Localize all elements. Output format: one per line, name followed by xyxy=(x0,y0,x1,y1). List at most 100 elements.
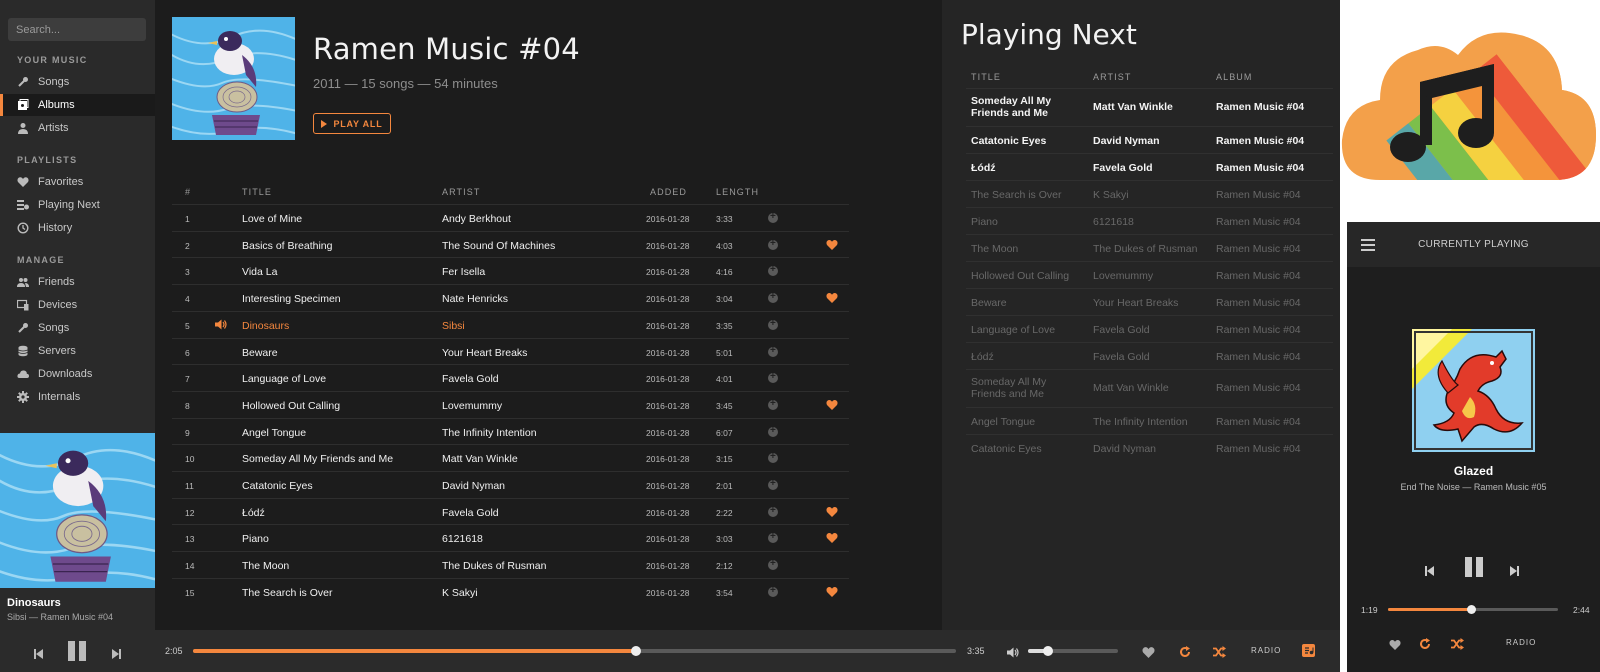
track-artist[interactable]: 6121618 xyxy=(442,533,483,545)
track-title[interactable]: Interesting Specimen xyxy=(242,293,341,305)
table-row[interactable]: 9 Angel Tongue The Infinity Intention 2016-… xyxy=(172,417,849,445)
col-header-num[interactable]: # xyxy=(185,187,191,197)
table-row[interactable]: 11 Catatonic Eyes David Nyman 2016-01-28 2:0… xyxy=(172,471,849,498)
table-row[interactable]: 7 Language of Love Favela Gold 2016-01-28 4:… xyxy=(172,364,849,391)
volume-icon[interactable] xyxy=(1007,645,1019,663)
add-to-queue-icon[interactable] xyxy=(768,371,778,384)
track-title[interactable]: Basics of Breathing xyxy=(242,240,332,252)
add-to-queue-icon[interactable] xyxy=(768,264,778,277)
sidebar-item-artists[interactable]: Artists xyxy=(0,117,155,139)
sidebar-item-servers[interactable]: Servers xyxy=(0,340,155,362)
queue-row[interactable]: Catatonic Eyes David Nyman Ramen Music #04 xyxy=(966,434,1333,461)
track-artist[interactable]: Lovemummy xyxy=(442,400,502,412)
table-row[interactable]: 2 Basics of Breathing The Sound Of Machine… xyxy=(172,230,849,258)
shuffle-icon[interactable] xyxy=(1451,637,1464,655)
add-to-queue-icon[interactable] xyxy=(768,211,778,223)
heart-icon[interactable] xyxy=(826,239,838,253)
table-row[interactable]: 12 Łódź Favela Gold 2016-01-28 2:22 xyxy=(172,497,849,525)
queue-row[interactable]: Łódź Favela Gold Ramen Music #04 xyxy=(966,153,1333,180)
add-to-queue-icon[interactable] xyxy=(768,318,778,330)
col-header-added[interactable]: ADDED xyxy=(650,187,687,197)
track-artist[interactable]: Matt Van Winkle xyxy=(442,453,518,465)
sidebar-item-favorites[interactable]: Favorites xyxy=(0,171,155,193)
add-to-queue-icon[interactable] xyxy=(768,451,778,464)
queue-row[interactable]: Łódź Favela Gold Ramen Music #04 xyxy=(966,342,1333,369)
now-playing-title[interactable]: Dinosaurs xyxy=(7,597,61,609)
add-to-queue-icon[interactable] xyxy=(768,398,778,410)
track-title[interactable]: Vida La xyxy=(242,266,277,278)
seek-bar[interactable] xyxy=(193,646,956,656)
table-row[interactable]: 6 Beware Your Heart Breaks 2016-01-28 5:01 xyxy=(172,337,849,365)
track-artist[interactable]: The Sound Of Machines xyxy=(442,240,555,252)
heart-icon[interactable] xyxy=(826,532,838,546)
search-input[interactable] xyxy=(8,18,146,41)
track-title[interactable]: Love of Mine xyxy=(242,213,302,225)
shuffle-icon[interactable] xyxy=(1213,645,1226,663)
add-to-queue-icon[interactable] xyxy=(768,345,778,357)
track-title[interactable]: Beware xyxy=(242,347,278,359)
track-title[interactable]: Catatonic Eyes xyxy=(242,480,313,492)
queue-row[interactable]: The Search is Over K Sakyi Ramen Music #04 xyxy=(966,180,1333,207)
heart-icon[interactable] xyxy=(1389,637,1401,655)
previous-track-icon[interactable] xyxy=(1425,563,1434,581)
heart-icon[interactable] xyxy=(1142,645,1155,663)
table-row[interactable]: 1 Love of Mine Andy Berkhout 2016-01-28 3:33 xyxy=(172,204,849,231)
table-row[interactable]: 5 Dinosaurs Sibsi 2016-01-28 3:35 xyxy=(172,310,849,338)
track-title[interactable]: Language of Love xyxy=(242,373,326,385)
pause-icon[interactable] xyxy=(1464,557,1484,582)
track-artist[interactable]: Favela Gold xyxy=(442,373,499,385)
queue-row[interactable]: Hollowed Out Calling Lovemummy Ramen Music… xyxy=(966,261,1333,288)
table-row[interactable]: 14 The Moon The Dukes of Rusman 2016-01-28 2… xyxy=(172,551,849,578)
col-header-title[interactable]: TITLE xyxy=(242,187,272,197)
track-artist[interactable]: Sibsi xyxy=(442,320,465,332)
previous-track-icon[interactable] xyxy=(34,646,43,664)
track-artist[interactable]: David Nyman xyxy=(442,480,505,492)
add-to-queue-icon[interactable] xyxy=(768,558,778,571)
table-row[interactable]: 4 Interesting Specimen Nate Henricks 2016-0… xyxy=(172,284,849,311)
track-artist[interactable]: Fer Isella xyxy=(442,266,485,278)
queue-row[interactable]: Language of Love Favela Gold Ramen Music #… xyxy=(966,315,1333,342)
track-title[interactable]: Someday All My Friends and Me xyxy=(242,453,393,465)
track-title[interactable]: Łódź xyxy=(242,507,265,519)
queue-row[interactable]: Catatonic Eyes David Nyman Ramen Music #04 xyxy=(966,126,1333,153)
table-row[interactable]: 3 Vida La Fer Isella 2016-01-28 4:16 xyxy=(172,257,849,284)
queue-row[interactable]: Someday All My Friends and Me Matt Van Wi… xyxy=(966,88,1333,126)
track-artist[interactable]: The Infinity Intention xyxy=(442,427,537,439)
add-to-queue-icon[interactable] xyxy=(768,505,778,517)
add-to-queue-icon[interactable] xyxy=(768,425,778,437)
track-title[interactable]: Piano xyxy=(242,533,269,545)
col-header-length[interactable]: LENGTH xyxy=(716,187,759,197)
track-artist[interactable]: The Dukes of Rusman xyxy=(442,560,546,572)
add-to-queue-icon[interactable] xyxy=(768,478,778,490)
sidebar-item-internals[interactable]: Internals xyxy=(0,386,155,408)
sidebar-item-albums[interactable]: Albums xyxy=(0,94,155,116)
queue-row[interactable]: Beware Your Heart Breaks Ramen Music #04 xyxy=(966,288,1333,315)
heart-icon[interactable] xyxy=(826,506,838,520)
play-all-button[interactable]: PLAY ALL xyxy=(313,113,391,134)
next-track-icon[interactable] xyxy=(112,646,121,664)
volume-handle[interactable] xyxy=(1042,646,1053,656)
heart-icon[interactable] xyxy=(826,399,838,413)
track-title[interactable]: The Search is Over xyxy=(242,587,332,599)
queue-row[interactable]: The Moon The Dukes of Rusman Ramen Music #… xyxy=(966,234,1333,261)
repeat-icon[interactable] xyxy=(1179,645,1191,663)
add-to-queue-icon[interactable] xyxy=(768,291,778,304)
add-to-queue-icon[interactable] xyxy=(768,531,778,544)
seek-handle[interactable] xyxy=(630,646,641,656)
sidebar-item-playing-next[interactable]: Playing Next xyxy=(0,194,155,216)
sidebar-item-friends[interactable]: Friends xyxy=(0,271,155,293)
sidebar-item-devices[interactable]: Devices xyxy=(0,294,155,316)
track-artist[interactable]: Your Heart Breaks xyxy=(442,347,527,359)
sidebar-item-manage-songs[interactable]: Songs xyxy=(0,317,155,339)
add-to-queue-icon[interactable] xyxy=(768,238,778,250)
queue-row[interactable]: Piano 6121618 Ramen Music #04 xyxy=(966,207,1333,234)
queue-row[interactable]: Angel Tongue The Infinity Intention Ramen … xyxy=(966,407,1333,434)
sidebar-item-history[interactable]: History xyxy=(0,217,155,239)
radio-button[interactable]: RADIO xyxy=(1251,646,1281,655)
repeat-icon[interactable] xyxy=(1419,637,1431,655)
table-row[interactable]: 8 Hollowed Out Calling Lovemummy 2016-01-28… xyxy=(172,390,849,418)
track-title[interactable]: Hollowed Out Calling xyxy=(242,400,340,412)
queue-row[interactable]: Someday All My Friends and Me Matt Van Wi… xyxy=(966,369,1333,407)
volume-slider[interactable] xyxy=(1028,646,1118,656)
table-row[interactable]: 10 Someday All My Friends and Me Matt Van … xyxy=(172,444,849,471)
